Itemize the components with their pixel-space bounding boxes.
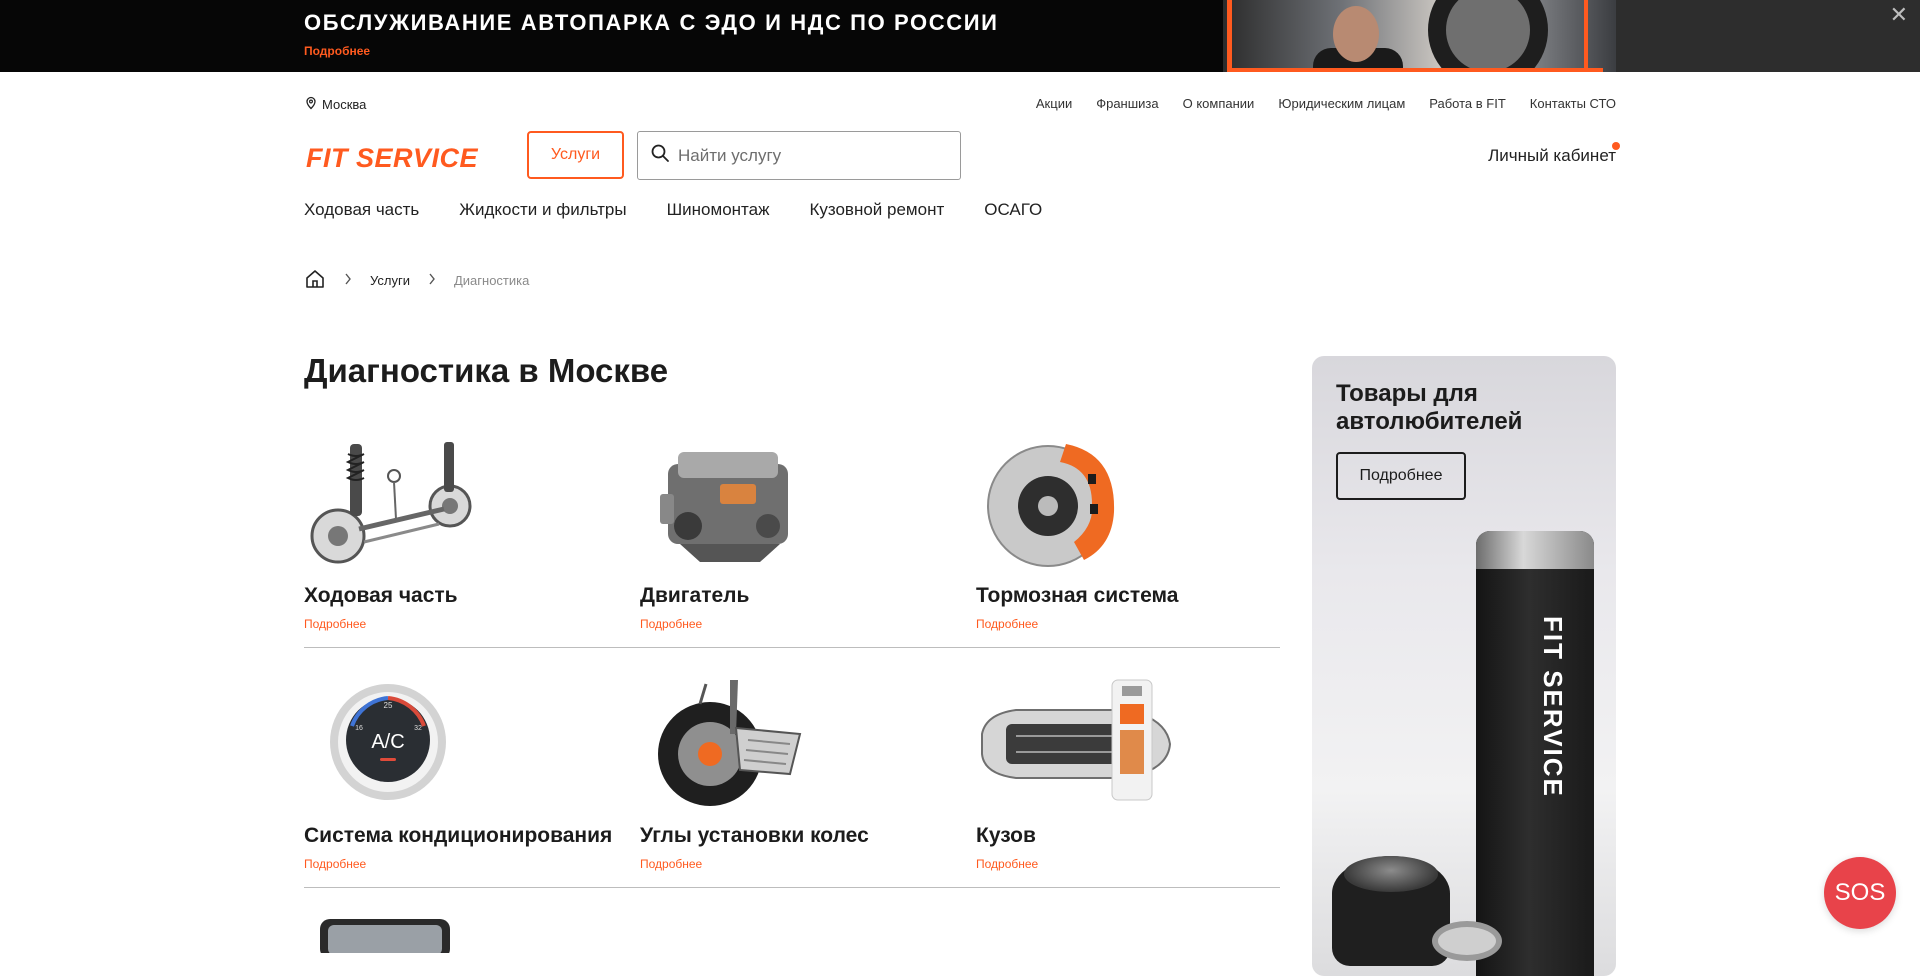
thermos-logo-text: FIT SERVICE: [1538, 616, 1568, 798]
promo-card-title: Товары для автолюбителей: [1336, 380, 1523, 435]
promo-card-button[interactable]: Подробнее: [1336, 452, 1466, 500]
top-link-contacts[interactable]: Контакты СТО: [1530, 96, 1616, 111]
service-card-engine[interactable]: Двигатель Подробнее: [640, 424, 960, 648]
service-card-more-link[interactable]: Подробнее: [976, 617, 1038, 631]
breadcrumb: Услуги Диагностика: [304, 268, 529, 293]
city-label: Москва: [322, 97, 367, 112]
service-card-more-link[interactable]: Подробнее: [304, 617, 366, 631]
logo[interactable]: FIT SERVICE: [306, 143, 478, 174]
service-card-title: Двигатель: [640, 584, 750, 607]
nav-item-fluids[interactable]: Жидкости и фильтры: [459, 200, 626, 220]
service-card-ac[interactable]: 25 16 32 A/C Система кондиционирования П…: [304, 664, 624, 888]
promo-card: Товары для автолюбителей Подробнее FIT S…: [1312, 356, 1616, 976]
promo-frame-accent: [1558, 0, 1588, 72]
account-link[interactable]: Личный кабинет: [1488, 142, 1620, 166]
suspension-image: [304, 434, 484, 574]
top-link-franchise[interactable]: Франшиза: [1096, 96, 1158, 111]
chevron-right-icon: [428, 273, 436, 288]
notification-dot: [1612, 142, 1620, 150]
service-card-partial[interactable]: [304, 915, 484, 959]
service-row: 25 16 32 A/C Система кондиционирования П…: [304, 664, 1280, 888]
thermos-lid-top: [1344, 856, 1438, 892]
breadcrumb-current: Диагностика: [453, 273, 530, 288]
promo-side-panel: ✕: [1616, 0, 1920, 72]
promo-banner: ОБСЛУЖИВАНИЕ АВТОПАРКА С ЭДО И НДС ПО РО…: [0, 0, 1920, 72]
nav-item-suspension[interactable]: Ходовая часть: [304, 200, 419, 220]
service-card-body[interactable]: Кузов Подробнее: [976, 664, 1296, 888]
service-card-suspension[interactable]: Ходовая часть Подробнее: [304, 424, 624, 648]
gauge-tick-16: 16: [355, 725, 363, 732]
thermos-cap-image: [1476, 531, 1594, 569]
service-card-title: Кузов: [976, 824, 1036, 847]
category-nav: Ходовая часть Жидкости и фильтры Шиномон…: [304, 200, 1042, 220]
wheel-alignment-image: [640, 674, 820, 814]
nav-item-tires[interactable]: Шиномонтаж: [667, 200, 770, 220]
account-label: Личный кабинет: [1488, 146, 1616, 165]
service-card-title: Система кондиционирования: [304, 824, 613, 847]
service-grid: Ходовая часть Подробнее Двигатель Подроб…: [304, 424, 1280, 888]
service-card-more-link[interactable]: Подробнее: [976, 857, 1038, 871]
home-icon[interactable]: [304, 268, 326, 293]
close-icon[interactable]: ✕: [1890, 4, 1908, 26]
search-icon: [650, 143, 670, 168]
top-links: Акции Франшиза О компании Юридическим ли…: [1036, 96, 1616, 111]
service-card-more-link[interactable]: Подробнее: [304, 857, 366, 871]
gauge-tick-32: 32: [414, 725, 422, 732]
car-body-image: [976, 674, 1172, 814]
nav-item-body-repair[interactable]: Кузовной ремонт: [809, 200, 944, 220]
service-card-title: Ходовая часть: [304, 584, 458, 607]
ac-gauge-image: 25 16 32 A/C: [304, 674, 484, 814]
top-link-promotions[interactable]: Акции: [1036, 96, 1072, 111]
service-card-title: Тормозная система: [976, 584, 1179, 607]
search-box: [637, 131, 961, 180]
engine-image: [640, 434, 820, 574]
search-input[interactable]: [678, 145, 938, 166]
ac-label: A/C: [371, 731, 404, 753]
service-card-alignment[interactable]: Углы установки колес Подробнее: [640, 664, 960, 888]
nav-item-osago[interactable]: ОСАГО: [984, 200, 1042, 220]
promo-title: ОБСЛУЖИВАНИЕ АВТОПАРКА С ЭДО И НДС ПО РО…: [304, 10, 999, 35]
service-row: Ходовая часть Подробнее Двигатель Подроб…: [304, 424, 1280, 648]
gauge-tick-25: 25: [384, 701, 393, 710]
top-bar: Москва Акции Франшиза О компании Юридиче…: [304, 96, 1616, 112]
top-link-careers[interactable]: Работа в FIT: [1429, 96, 1506, 111]
top-link-legal[interactable]: Юридическим лицам: [1278, 96, 1405, 111]
service-card-title: Углы установки колес: [640, 824, 869, 847]
brake-image: [976, 434, 1156, 574]
header: FIT SERVICE Услуги Личный кабинет: [304, 131, 1620, 181]
city-selector[interactable]: Москва: [304, 96, 366, 113]
thermos-cup-image: [1432, 921, 1502, 961]
breadcrumb-services[interactable]: Услуги: [370, 273, 410, 288]
sos-button[interactable]: SOS: [1824, 857, 1896, 929]
service-card-more-link[interactable]: Подробнее: [640, 857, 702, 871]
services-button[interactable]: Услуги: [527, 131, 624, 179]
location-pin-icon: [304, 96, 318, 113]
service-card-brakes[interactable]: Тормозная система Подробнее: [976, 424, 1296, 648]
promo-frame: [1227, 0, 1603, 72]
page-title: Диагностика в Москве: [304, 352, 669, 389]
promo-photo: [1223, 0, 1616, 72]
chevron-right-icon: [344, 273, 352, 288]
top-link-about[interactable]: О компании: [1183, 96, 1255, 111]
promo-more-link[interactable]: Подробнее: [304, 44, 370, 58]
service-card-more-link[interactable]: Подробнее: [640, 617, 702, 631]
